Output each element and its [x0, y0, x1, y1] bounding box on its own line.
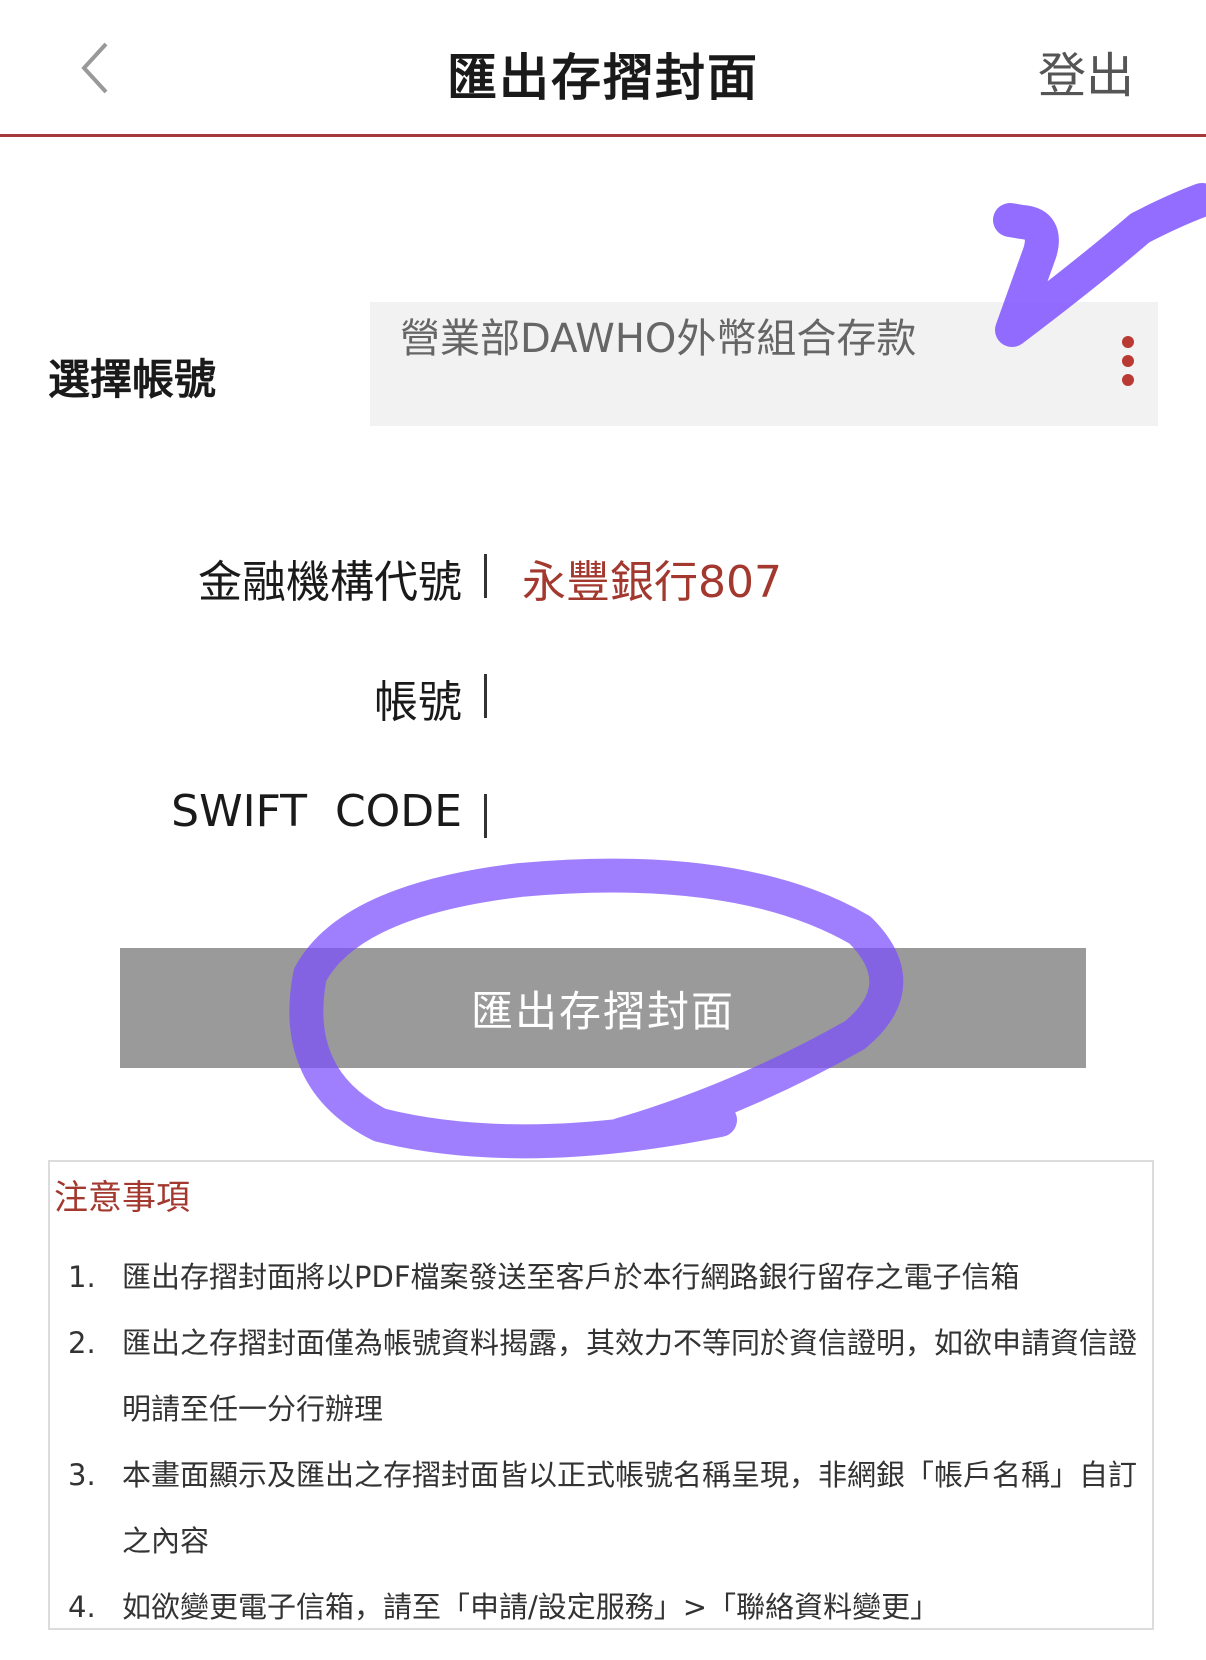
bank-code-row: 金融機構代號 永豐銀行807 [0, 546, 1206, 608]
separator-bar [484, 674, 487, 718]
logout-button[interactable]: 登出 [1038, 36, 1134, 106]
more-vertical-icon[interactable] [1122, 336, 1136, 394]
account-number-label: 帳號 [374, 677, 462, 728]
notes-item: 3. 本畫面顯示及匯出之存摺封面皆以正式帳號名稱呈現，非網銀「帳戶名稱」自訂之內容 [68, 1458, 1138, 1558]
swift-code-label: SWIFT CODE [171, 786, 462, 837]
account-number-row: 帳號 [0, 666, 1206, 728]
swift-code-row: SWIFT CODE [0, 786, 1206, 846]
account-select-value: 營業部DAWHO外幣組合存款 [400, 316, 917, 362]
notes-item: 1. 匯出存摺封面將以PDF檔案發送至客戶於本行網路銀行留存之電子信箱 [68, 1260, 1020, 1294]
separator-bar [484, 794, 487, 838]
notes-box: 注意事項 1. 匯出存摺封面將以PDF檔案發送至客戶於本行網路銀行留存之電子信箱 … [48, 1160, 1154, 1630]
notes-list: 1. 匯出存摺封面將以PDF檔案發送至客戶於本行網路銀行留存之電子信箱 2. 匯出之… [50, 1244, 1152, 1640]
export-passbook-cover-button[interactable]: 匯出存摺封面 [120, 948, 1086, 1068]
top-bar: 匯出存摺封面 登出 [0, 0, 1206, 137]
select-account-label: 選擇帳號 [48, 355, 217, 404]
notes-item: 4. 如欲變更電子信箱，請至「申請/設定服務」>「聯絡資料變更」 [68, 1590, 940, 1624]
separator-bar [484, 554, 487, 598]
notes-item: 2. 匯出之存摺封面僅為帳號資料揭露，其效力不等同於資信證明，如欲申請資信證明請至… [68, 1326, 1138, 1426]
bank-code-value: 永豐銀行807 [522, 557, 782, 608]
notes-title: 注意事項 [54, 1178, 190, 1218]
account-select[interactable]: 營業部DAWHO外幣組合存款 [370, 302, 1158, 426]
page-title: 匯出存摺封面 [447, 49, 759, 107]
bank-code-label: 金融機構代號 [198, 557, 462, 608]
